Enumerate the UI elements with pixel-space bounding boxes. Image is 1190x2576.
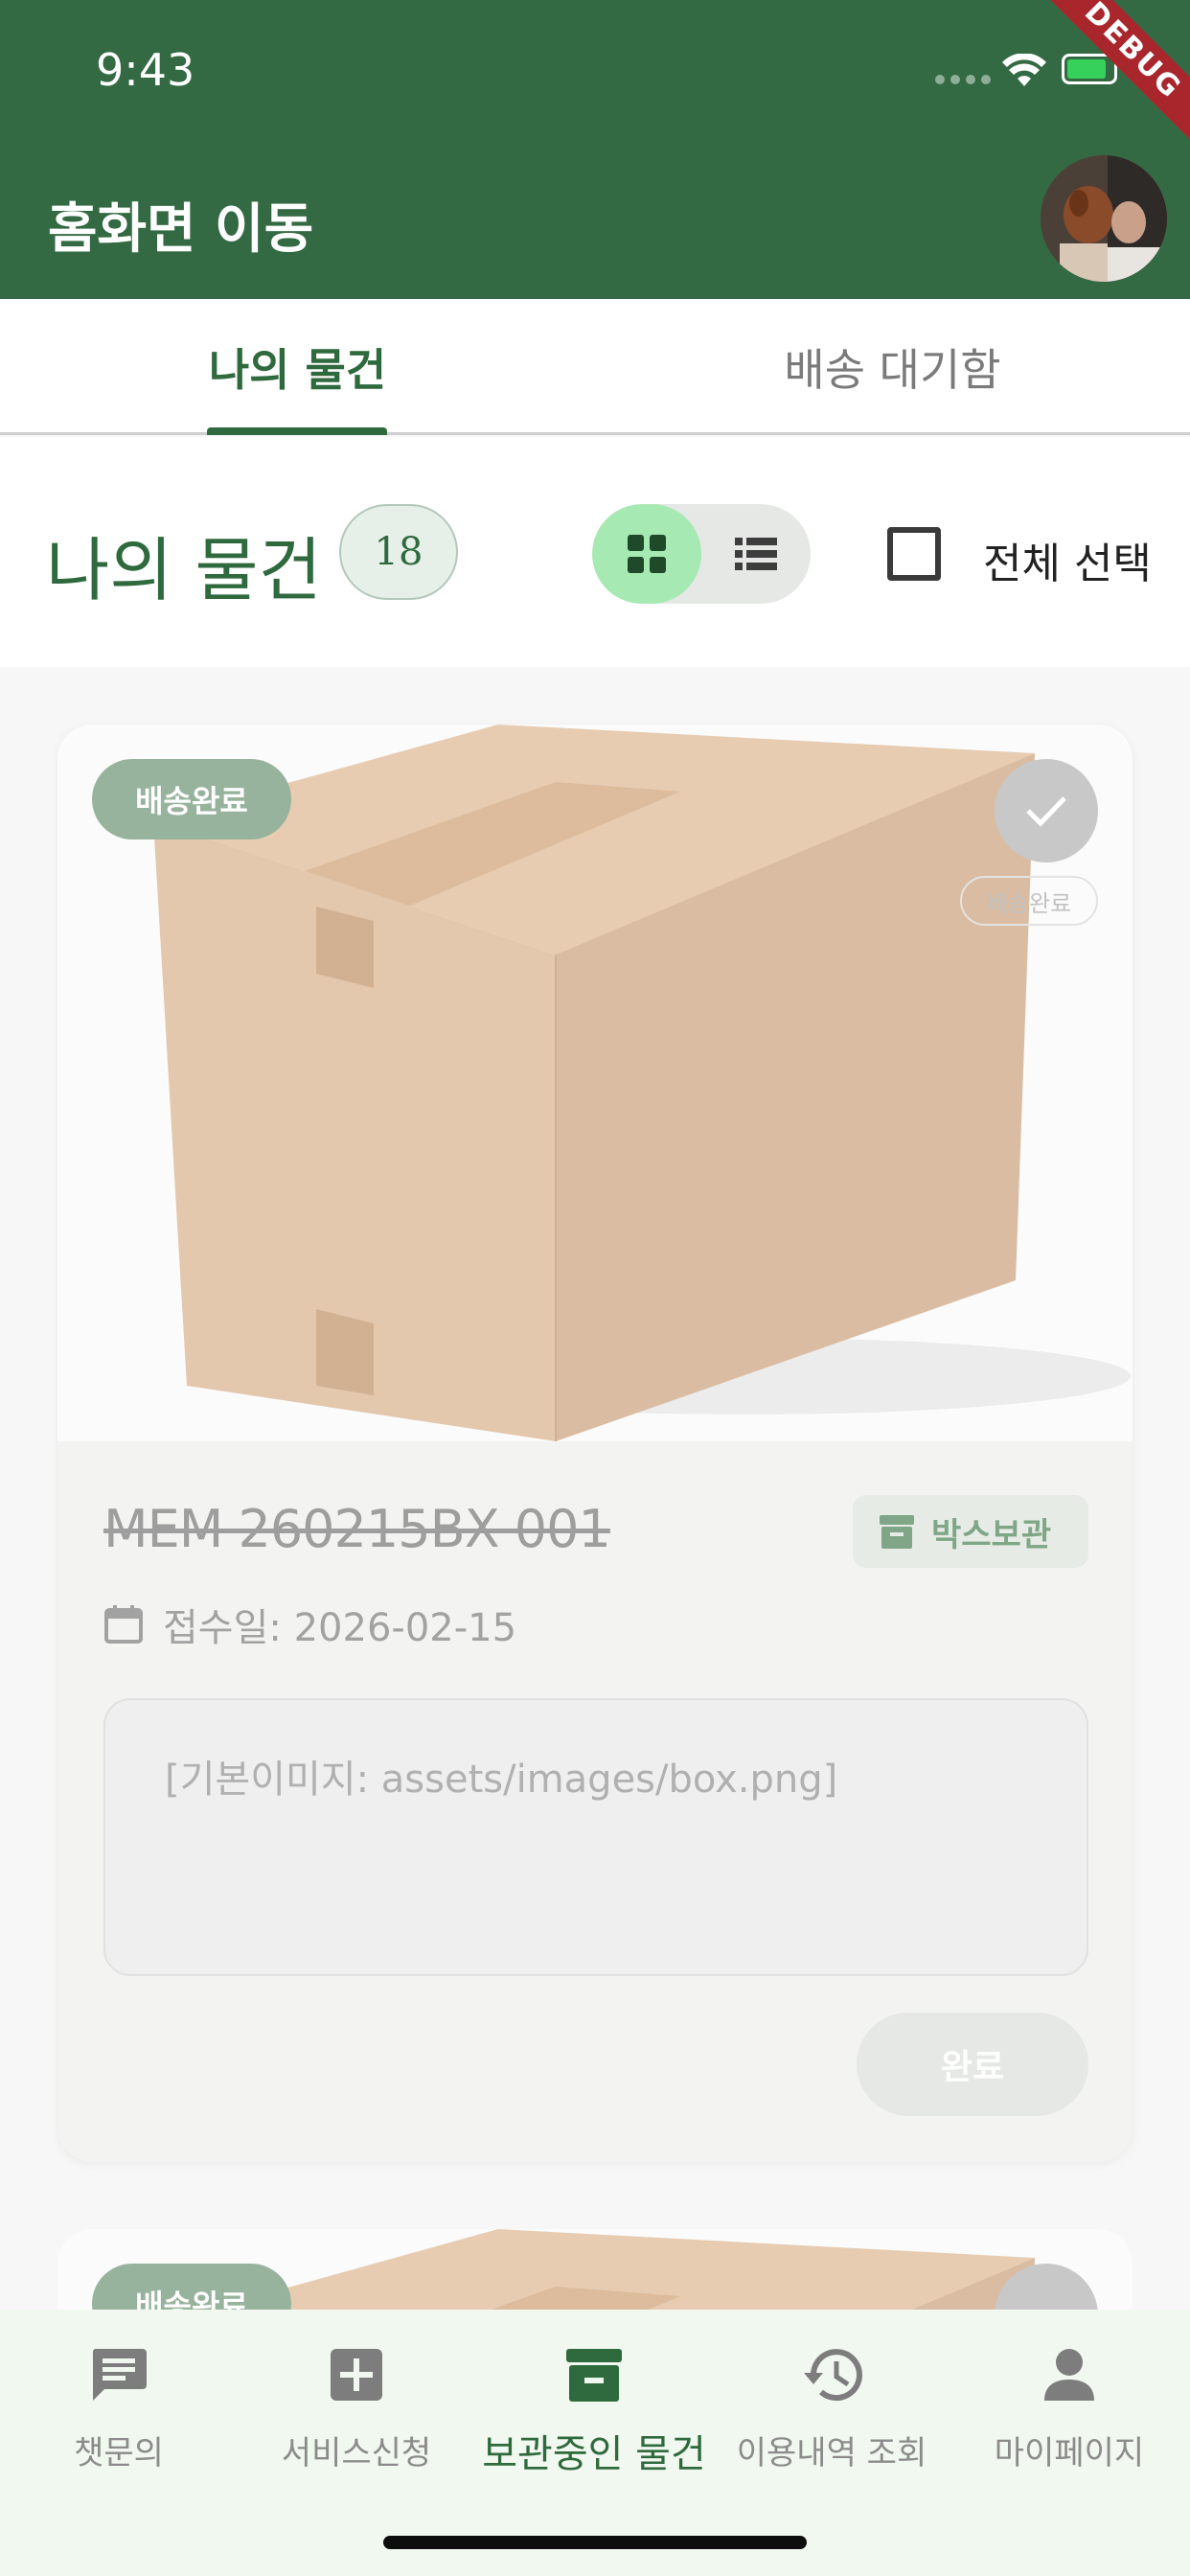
item-code: MEM 260215BX 001 — [103, 1499, 611, 1559]
home-indicator[interactable] — [383, 2536, 807, 2549]
nav-usage-history-label: 이용내역 조회 — [736, 2434, 927, 2472]
grid-view-button[interactable] — [592, 504, 701, 604]
view-toggle — [592, 504, 811, 604]
nav-stored-items[interactable]: 보관중인 물건 — [475, 2336, 713, 2478]
status-time: 9:43 — [96, 44, 195, 96]
status-chip-small: 배송완료 — [960, 876, 1098, 926]
tab-bar: 나의 물건 배송 대기함 — [0, 299, 1190, 435]
received-date: 접수일: 2026-02-15 — [163, 1606, 517, 1650]
date-row: 접수일: 2026-02-15 — [103, 1597, 516, 1652]
item-card[interactable]: 배송완료 배송완료 MEM 260215BX 001 박스보관 접수일: 202… — [57, 724, 1133, 2162]
nav-my-page-label: 마이페이지 — [994, 2434, 1145, 2472]
wifi-icon — [1002, 54, 1046, 86]
list-view-button[interactable] — [701, 504, 811, 604]
nav-chat[interactable]: 챗문의 — [0, 2336, 238, 2473]
profile-avatar[interactable] — [1041, 155, 1167, 282]
check-icon — [1026, 796, 1066, 827]
person-icon — [1044, 2349, 1094, 2401]
home-link-title[interactable]: 홈화면 이동 — [48, 186, 313, 264]
list-icon — [735, 538, 777, 570]
chat-icon — [92, 2349, 147, 2401]
section-header: 나의 물건 18 전체 선택 — [0, 437, 1190, 667]
nav-chat-label: 챗문의 — [74, 2434, 164, 2472]
storage-type-label: 박스보관 — [931, 1515, 1052, 1554]
select-all-label[interactable]: 전체 선택 — [983, 529, 1152, 590]
storage-type-chip: 박스보관 — [853, 1495, 1088, 1568]
archive-icon — [566, 2349, 622, 2402]
tab-delivery-waiting[interactable]: 배송 대기함 — [595, 299, 1190, 435]
history-icon — [804, 2349, 862, 2402]
app-bar: 9:43 DEBUG 홈화면 이동 — [0, 0, 1190, 299]
tab-my-items[interactable]: 나의 물건 — [0, 299, 595, 435]
add-box-icon — [331, 2349, 382, 2401]
memo-field[interactable]: [기본이미지: assets/images/box.png] — [103, 1698, 1088, 1976]
signal-icon — [935, 75, 991, 84]
calendar-icon — [104, 1605, 143, 1644]
tab-indicator — [207, 427, 387, 435]
avatar-photo — [1041, 155, 1167, 282]
nav-usage-history[interactable]: 이용내역 조회 — [713, 2336, 950, 2473]
section-title: 나의 물건 — [46, 530, 322, 610]
archive-icon — [880, 1515, 914, 1549]
nav-service-request-label: 서비스신청 — [281, 2434, 432, 2472]
status-chip: 배송완료 — [92, 759, 291, 840]
nav-service-request[interactable]: 서비스신청 — [238, 2336, 475, 2473]
nav-my-page[interactable]: 마이페이지 — [950, 2336, 1188, 2473]
nav-stored-items-label: 보관중인 물건 — [482, 2432, 706, 2476]
item-count-badge: 18 — [339, 504, 458, 600]
select-all-checkbox[interactable] — [887, 527, 941, 581]
grid-icon — [628, 535, 666, 573]
select-item-button[interactable] — [995, 759, 1098, 862]
complete-button[interactable]: 완료 — [857, 2012, 1088, 2116]
